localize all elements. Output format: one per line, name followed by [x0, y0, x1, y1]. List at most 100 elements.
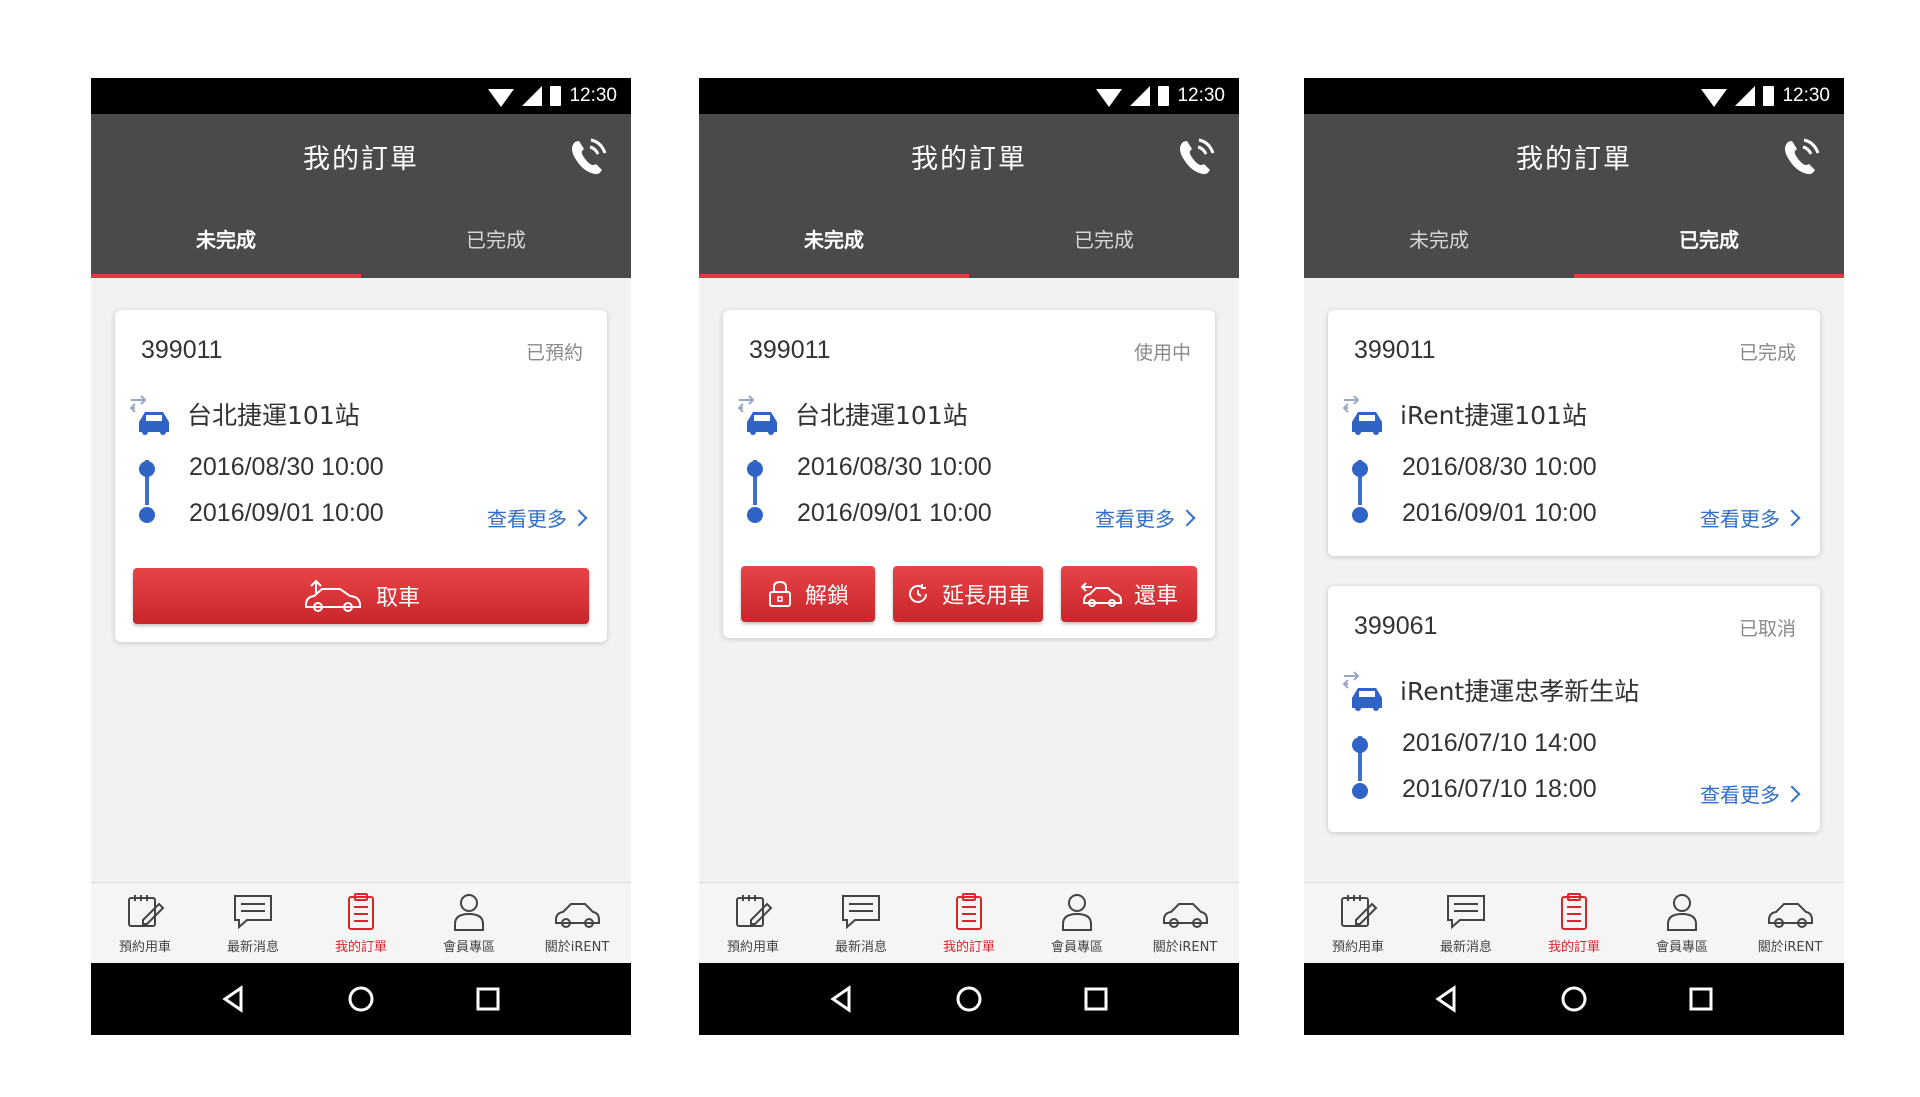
order-status: 已預約 — [525, 342, 583, 364]
nav-member[interactable]: 會員專區 — [1628, 883, 1736, 963]
end-time: 2016/09/01 10:00 — [1402, 499, 1597, 527]
nav-label: 關於iRENT — [544, 939, 610, 955]
order-card[interactable]: 399061 已取消 iRent捷運忠孝新生站 2016/07/10 14:00… — [1328, 586, 1820, 832]
return-car-label: 還車 — [1133, 584, 1178, 609]
nav-about[interactable]: 關於iRENT — [523, 883, 631, 963]
back-icon[interactable] — [219, 984, 249, 1014]
end-dot — [747, 507, 763, 523]
nav-my-orders[interactable]: 我的訂單 — [307, 883, 415, 963]
nav-booking[interactable]: 預約用車 — [699, 883, 807, 963]
user-icon — [454, 893, 484, 931]
return-car-button[interactable]: 還車 — [1061, 566, 1197, 622]
view-more-label: 查看更多 — [487, 507, 567, 531]
pickup-car-button[interactable]: 取車 — [133, 568, 589, 624]
system-nav-bar — [91, 963, 631, 1035]
nav-about[interactable]: 關於iRENT — [1131, 883, 1239, 963]
end-time: 2016/09/01 10:00 — [797, 499, 992, 527]
tab-completed[interactable]: 已完成 — [1574, 198, 1844, 278]
pickup-car-label: 取車 — [375, 586, 420, 611]
recents-icon[interactable] — [1686, 984, 1716, 1014]
order-card[interactable]: 399011 使用中 台北捷運101站 2016/08/30 10:00 201… — [723, 310, 1215, 638]
battery-icon — [1763, 86, 1775, 106]
nav-label: 預約用車 — [726, 939, 779, 955]
page-title: 我的訂單 — [303, 143, 419, 175]
nav-booking[interactable]: 預約用車 — [91, 883, 199, 963]
recents-icon[interactable] — [1081, 984, 1111, 1014]
clipboard-icon — [348, 892, 374, 930]
tab-incomplete[interactable]: 未完成 — [699, 198, 969, 278]
view-more-label: 查看更多 — [1095, 507, 1175, 531]
view-more-link[interactable]: 查看更多 — [1095, 503, 1196, 532]
nav-label: 會員專區 — [1050, 939, 1103, 955]
tab-incomplete[interactable]: 未完成 — [1304, 198, 1574, 278]
tab-incomplete[interactable]: 未完成 — [91, 198, 361, 278]
order-tabs: 未完成 已完成 — [699, 198, 1239, 278]
start-time: 2016/08/30 10:00 — [1402, 453, 1597, 481]
home-icon[interactable] — [954, 984, 984, 1014]
nav-member[interactable]: 會員專區 — [1023, 883, 1131, 963]
phone-call-icon[interactable] — [565, 134, 611, 180]
nav-member[interactable]: 會員專區 — [415, 883, 523, 963]
home-icon[interactable] — [1559, 984, 1589, 1014]
end-dot — [139, 507, 155, 523]
extend-rental-button[interactable]: 延長用車 — [893, 566, 1043, 622]
signal-icon — [522, 86, 543, 106]
status-time: 12:30 — [1782, 85, 1830, 106]
nav-my-orders[interactable]: 我的訂單 — [1520, 883, 1628, 963]
nav-label: 最新消息 — [226, 939, 279, 955]
end-time: 2016/09/01 10:00 — [189, 499, 384, 527]
view-more-label: 查看更多 — [1700, 507, 1780, 531]
system-nav-bar — [699, 963, 1239, 1035]
unlock-button[interactable]: 解鎖 — [741, 566, 875, 622]
back-icon[interactable] — [1432, 984, 1462, 1014]
phone-screen-2: 12:30 我的訂單 未完成 已完成 399011 使用中 台北捷運101站 2… — [699, 78, 1239, 1035]
bottom-nav: 預約用車 最新消息 我的訂單 會員專區 關於iRENT — [1304, 882, 1844, 963]
station-name: iRent捷運忠孝新生站 — [1400, 677, 1640, 706]
message-icon — [842, 894, 880, 929]
tab-completed[interactable]: 已完成 — [969, 198, 1239, 278]
app-header: 我的訂單 — [91, 114, 631, 198]
car-return-icon — [1080, 582, 1122, 607]
view-more-link[interactable]: 查看更多 — [487, 503, 588, 532]
chevron-right-icon — [570, 509, 588, 526]
phone-call-icon[interactable] — [1173, 134, 1219, 180]
booking-icon — [128, 894, 165, 927]
app-header: 我的訂單 — [1304, 114, 1844, 198]
end-dot — [1352, 507, 1368, 523]
view-more-label: 查看更多 — [1700, 783, 1780, 807]
message-icon — [234, 894, 272, 929]
bottom-nav: 預約用車 最新消息 我的訂單 會員專區 關於iRENT — [699, 882, 1239, 963]
order-card[interactable]: 399011 已預約 台北捷運101站 2016/08/30 10:00 201… — [115, 310, 607, 642]
view-more-link[interactable]: 查看更多 — [1700, 779, 1801, 808]
start-dot — [747, 461, 763, 477]
nav-label: 會員專區 — [1655, 939, 1708, 955]
nav-label: 預約用車 — [1331, 939, 1384, 955]
order-id: 399011 — [141, 336, 223, 364]
station-row: iRent捷運忠孝新生站 — [1342, 668, 1639, 712]
app-header: 我的訂單 — [699, 114, 1239, 198]
chevron-right-icon — [1178, 509, 1196, 526]
nav-booking[interactable]: 預約用車 — [1304, 883, 1412, 963]
recents-icon[interactable] — [473, 984, 503, 1014]
nav-label: 我的訂單 — [334, 939, 387, 955]
nav-news[interactable]: 最新消息 — [807, 883, 915, 963]
tab-completed[interactable]: 已完成 — [361, 198, 631, 278]
system-nav-bar — [1304, 963, 1844, 1035]
home-icon[interactable] — [346, 984, 376, 1014]
nav-label: 最新消息 — [834, 939, 887, 955]
nav-news[interactable]: 最新消息 — [1412, 883, 1520, 963]
station-name: 台北捷運101站 — [187, 401, 360, 430]
order-status: 已完成 — [1738, 342, 1796, 364]
clipboard-icon — [956, 892, 982, 930]
extend-rental-label: 延長用車 — [941, 584, 1030, 609]
car-icon — [555, 902, 600, 928]
order-card[interactable]: 399011 已完成 iRent捷運101站 2016/08/30 10:00 … — [1328, 310, 1820, 556]
view-more-link[interactable]: 查看更多 — [1700, 503, 1801, 532]
nav-my-orders[interactable]: 我的訂單 — [915, 883, 1023, 963]
unlock-icon — [768, 580, 791, 607]
nav-about[interactable]: 關於iRENT — [1736, 883, 1844, 963]
back-icon[interactable] — [827, 984, 857, 1014]
unlock-label: 解鎖 — [804, 584, 849, 609]
nav-news[interactable]: 最新消息 — [199, 883, 307, 963]
phone-call-icon[interactable] — [1778, 134, 1824, 180]
